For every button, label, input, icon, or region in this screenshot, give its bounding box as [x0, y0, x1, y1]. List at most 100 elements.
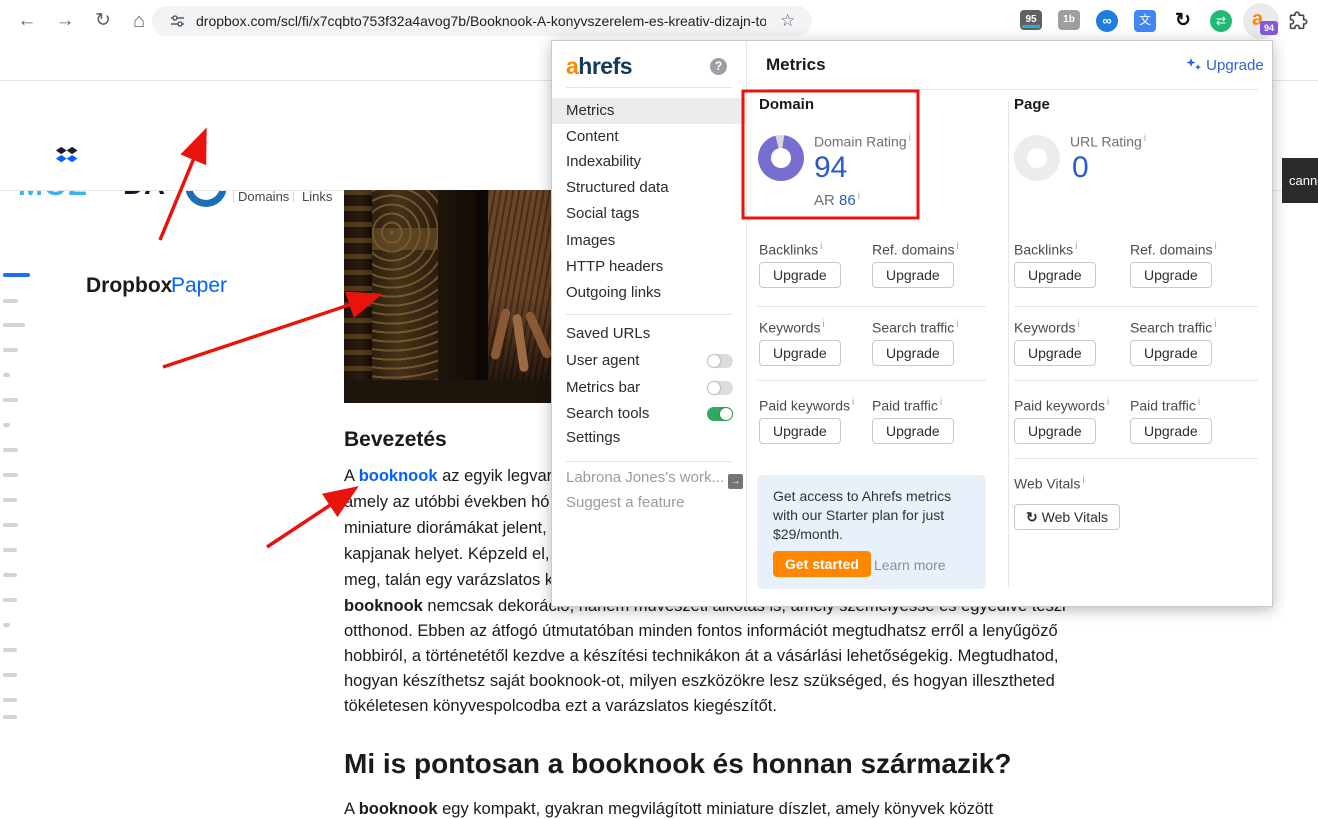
url-rating-value: 0 — [1072, 151, 1089, 185]
doc-line: hobbiról, a történetétől kezdve a készít… — [344, 647, 1059, 666]
domain-ref-domains-upgrade-button[interactable]: Upgrade — [872, 262, 954, 288]
get-started-button[interactable]: Get started — [773, 551, 871, 577]
reload-icon[interactable]: ↻ — [88, 0, 118, 42]
menu-item-http-headers[interactable]: HTTP headers — [552, 254, 746, 280]
home-icon[interactable]: ⌂ — [124, 0, 154, 42]
page-ref-domains-label: Ref. domainsi — [1130, 241, 1217, 258]
upgrade-link[interactable]: Upgrade — [1186, 57, 1264, 74]
forward-icon[interactable]: → — [50, 0, 80, 42]
outline-mark[interactable] — [3, 373, 10, 377]
onebox-extension-icon[interactable]: 1b — [1058, 10, 1080, 30]
doc-line: A booknook egy kompakt, gyakran megvilág… — [344, 800, 993, 819]
menu-item-workspace[interactable]: Labrona Jones's work... → — [552, 465, 746, 491]
domain-paid-traffic-upgrade-button[interactable]: Upgrade — [872, 418, 954, 444]
back-icon[interactable]: ← — [12, 0, 42, 42]
page-keywords-upgrade-button[interactable]: Upgrade — [1014, 340, 1096, 366]
domain-rating-donut — [758, 135, 804, 181]
doc-text: A — [344, 800, 359, 818]
outline-mark[interactable] — [3, 498, 17, 502]
paper-product[interactable]: Paper — [171, 274, 227, 298]
user-agent-toggle[interactable] — [707, 354, 733, 368]
menu-item-outgoing-links[interactable]: Outgoing links — [552, 280, 746, 306]
workspace-arrow-icon: → — [728, 474, 743, 489]
doc-bold-text: booknook — [344, 597, 423, 615]
outline-mark[interactable] — [3, 623, 10, 627]
ar-label: AR — [814, 192, 835, 209]
outline-mark[interactable] — [3, 473, 18, 477]
domain-keywords-upgrade-button[interactable]: Upgrade — [759, 340, 841, 366]
outline-mark[interactable] — [3, 299, 18, 303]
outline-mark[interactable] — [3, 448, 18, 452]
page-ref-domains-upgrade-button[interactable]: Upgrade — [1130, 262, 1212, 288]
domain-section-header: Domain — [759, 96, 814, 113]
menu-item-indexability[interactable]: Indexability — [552, 149, 746, 175]
doc-text: egy kompakt, gyakran megvilágított minia… — [438, 800, 994, 818]
menu-item-content[interactable]: Content — [552, 124, 746, 150]
ahrefs-extension-icon[interactable]: a 94 — [1243, 3, 1279, 39]
search-tools-toggle[interactable] — [707, 407, 733, 421]
outline-mark[interactable] — [3, 348, 18, 352]
outline-mark[interactable] — [3, 273, 30, 277]
info-icon[interactable]: i — [1144, 133, 1146, 144]
outline-mark[interactable] — [3, 598, 17, 602]
screenshot-root: ← → ↻ ⌂ dropbox.com/scl/fi/x7cqbto753f32… — [0, 0, 1318, 819]
outline-mark[interactable] — [3, 398, 18, 402]
booknook-link[interactable]: booknook — [359, 467, 438, 485]
extensions-puzzle-icon[interactable] — [1287, 10, 1308, 31]
outline-mark[interactable] — [3, 673, 17, 677]
page-paid-traffic-upgrade-button[interactable]: Upgrade — [1130, 418, 1212, 444]
bookmark-star-icon[interactable]: ☆ — [780, 11, 795, 31]
menu-item-settings[interactable]: Settings — [552, 425, 746, 451]
moz-col-domains[interactable]: Domains — [238, 189, 289, 204]
outline-mark[interactable] — [3, 648, 17, 652]
infinity-extension-icon[interactable]: ∞ — [1096, 10, 1118, 32]
domain-paid-keywords-upgrade-button[interactable]: Upgrade — [759, 418, 841, 444]
menu-item-suggest-feature[interactable]: Suggest a feature — [552, 490, 746, 516]
outline-mark[interactable] — [3, 423, 10, 427]
moz-col-links[interactable]: Links — [302, 189, 332, 204]
info-icon[interactable]: i — [858, 191, 860, 202]
translate-extension-icon[interactable]: 文 — [1134, 10, 1156, 32]
menu-item-images[interactable]: Images — [552, 228, 746, 254]
domain-search-traffic-upgrade-button[interactable]: Upgrade — [872, 340, 954, 366]
page-keywords-label: Keywordsi — [1014, 319, 1080, 336]
green-sync-extension-icon[interactable]: ⇄ — [1210, 10, 1232, 32]
refresh-extension-icon[interactable]: ↻ — [1172, 10, 1194, 32]
web-vitals-button[interactable]: ↻ Web Vitals — [1014, 504, 1120, 530]
outline-mark[interactable] — [3, 573, 17, 577]
page-search-traffic-upgrade-button[interactable]: Upgrade — [1130, 340, 1212, 366]
ahrefs-logo-rest: hrefs — [578, 53, 632, 79]
outline-mark[interactable] — [3, 698, 17, 702]
menu-item-social-tags[interactable]: Social tags — [552, 201, 746, 227]
learn-more-link[interactable]: Learn more — [874, 557, 946, 573]
url-text[interactable]: dropbox.com/scl/fi/x7cqbto753f32a4avog7b… — [196, 13, 766, 29]
info-icon[interactable]: i — [909, 133, 911, 144]
help-icon[interactable]: ? — [710, 58, 727, 75]
metrics-bar-toggle[interactable] — [707, 381, 733, 395]
domain-backlinks-upgrade-button[interactable]: Upgrade — [759, 262, 841, 288]
ar-value-link[interactable]: 86 — [839, 192, 856, 209]
clipped-tooltip-fragment: cannot — [1282, 158, 1318, 203]
doc-line: amely az utóbbi években hó — [344, 493, 549, 512]
page-paid-keywords-upgrade-button[interactable]: Upgrade — [1014, 418, 1096, 444]
page-section-header: Page — [1014, 96, 1050, 113]
menu-item-saved-urls[interactable]: Saved URLs — [552, 321, 746, 347]
sidebar-divider — [566, 314, 732, 315]
menu-item-structured-data[interactable]: Structured data — [552, 175, 746, 201]
outline-mark[interactable] — [3, 323, 25, 327]
workspace-label: Labrona Jones's work... — [566, 469, 724, 486]
moz-extension-icon[interactable]: 95 — [1020, 10, 1042, 30]
outline-mark[interactable] — [3, 715, 17, 719]
dropbox-logo-icon[interactable] — [55, 146, 79, 170]
outline-mark[interactable] — [3, 548, 17, 552]
page-search-traffic-label: Search traffici — [1130, 319, 1216, 336]
url-rating-donut — [1014, 135, 1060, 181]
outline-mark[interactable] — [3, 523, 18, 527]
page-backlinks-upgrade-button[interactable]: Upgrade — [1014, 262, 1096, 288]
paper-brand[interactable]: Dropbox — [86, 274, 172, 298]
row-divider — [757, 380, 986, 381]
promo-text: Get access to Ahrefs metrics with our St… — [773, 487, 951, 544]
site-settings-icon[interactable] — [170, 14, 185, 29]
menu-item-metrics[interactable]: Metrics — [552, 98, 746, 124]
domain-keywords-label: Keywordsi — [759, 319, 825, 336]
